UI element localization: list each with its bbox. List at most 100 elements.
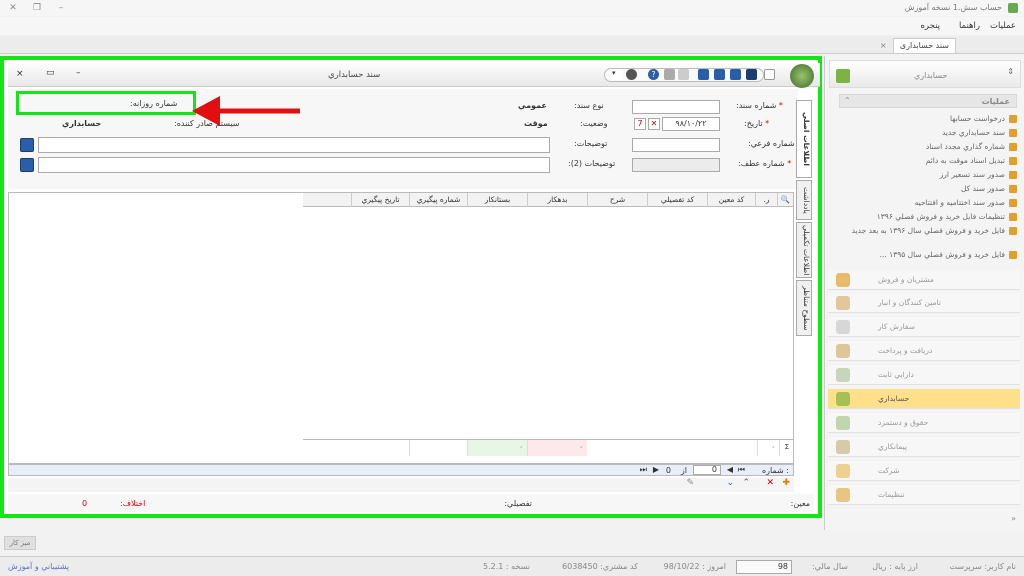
op-item[interactable]: صدور سند كل [961,184,1017,193]
op-item[interactable]: شماره گذاري مجدد اسناد [926,142,1017,151]
support-link[interactable]: پشتيباني و آموزش [8,562,69,571]
col-moein[interactable]: كد معين [707,193,755,207]
op-item[interactable]: تبديل اسناد موقت به دائم [926,156,1017,165]
module-accounting[interactable]: حسابداري [828,389,1020,409]
module-fixed-assets[interactable]: دارايي ثابت [828,365,1020,385]
document-header-form: * شماره سند: نوع سند: عمومي شماره روزانه… [8,89,798,189]
grid-summary-row: Σ ۰ ۰ ۰ [303,439,793,456]
operations-title: عمليات [981,97,1010,106]
annotation-arrow-icon [192,96,300,126]
ref-number-input[interactable] [632,158,720,172]
first-page-icon[interactable]: ⏮ [738,465,745,475]
menu-window[interactable]: پنجره [920,21,940,31]
print-icon[interactable] [678,69,689,80]
tab-accounting-document[interactable]: سند حسابداری × [880,38,956,53]
prev-page-icon[interactable]: ◀ [727,465,733,474]
fiscal-year-select[interactable]: 98 [736,560,792,574]
module-settings[interactable]: تنظيمات [828,485,1020,505]
tab-main-info[interactable]: اطلاعات اصلي [796,100,812,178]
col-tracking-number[interactable]: شماره پيگيري [409,193,467,207]
clear-date-icon[interactable]: ✕ [648,118,660,130]
settings-icon[interactable] [664,69,675,80]
op-item[interactable]: صدور سند اختتاميه و افتتاحيه [915,198,1017,207]
edit-row-icon[interactable]: ✎ [686,478,694,488]
description2-input[interactable] [38,157,550,173]
module-work-orders[interactable]: سفارش كار [828,317,1020,337]
operations-list: درخواست حسابها سند حسابداري جديد شماره گ… [839,110,1017,260]
doc-type-label: نوع سند: [574,101,604,110]
col-credit[interactable]: بستانكار [467,193,527,207]
next-page-icon[interactable]: ▶ [653,465,659,474]
op-item[interactable]: صدور سند تسعير ارز [940,170,1017,179]
help-icon[interactable]: ? [648,69,659,80]
tab-close-icon[interactable]: × [880,39,887,53]
menu-operations[interactable]: عملیات [990,21,1016,31]
power-icon[interactable] [626,69,637,80]
move-up-icon[interactable]: ⌃ [742,478,750,488]
grid-action-bar: ✚ ✕ ⌃ ⌄ ✎ [8,478,794,492]
description-input[interactable] [38,137,550,153]
op-item[interactable]: فايل خريد و فروش فصلي سال ۱۳۹۵ ... [880,250,1017,259]
page-input[interactable]: 0 [693,465,721,475]
last-page-icon[interactable]: ⏭ [640,465,647,475]
module-company[interactable]: شركت [828,461,1020,481]
save-as-icon[interactable] [746,69,757,80]
save-description2-icon[interactable] [20,158,34,172]
col-tracking-date[interactable]: تاريخ پيگيري [351,193,409,207]
module-suppliers[interactable]: تامين كنندگان و انبار [828,293,1020,313]
window-close-icon[interactable]: ✕ [6,2,20,14]
delete-row-icon[interactable]: ✕ [766,478,774,488]
document-tab-strip: سند حسابداری × [0,36,1024,54]
close-icon[interactable]: × [16,69,24,79]
tab-levels[interactable]: سطوح متناظر [796,280,812,336]
tafsili-label: تفصيلي: [504,499,532,508]
op-item[interactable]: تنظيمات فايل خريد و فروش فصلي ۱۳۹۶ [877,212,1017,221]
window-minimize-icon[interactable]: – [54,2,68,14]
save-new-icon[interactable] [698,69,709,80]
save-description-icon[interactable] [20,138,34,152]
module-payroll[interactable]: حقوق و دستمزد [828,413,1020,433]
restore-icon[interactable]: ▭ [46,68,55,78]
doc-number-input[interactable] [632,100,720,114]
save-icon[interactable] [730,69,741,80]
tab-additional-info[interactable]: اطلاعات تكميلي [796,222,812,278]
window-title: سند حسابداري [328,70,381,80]
dropdown-icon[interactable]: ▾ [612,69,623,80]
app-title: حساب سش.1 نسخه آموزش [904,3,1002,12]
col-tafsili[interactable]: كد تفصيلي [647,193,707,207]
date-picker-icon[interactable]: 7 [634,118,646,130]
pin-icon[interactable]: ⇕ [1007,67,1014,76]
menu-help[interactable]: راهنما [959,21,980,31]
move-down-icon[interactable]: ⌄ [726,478,734,488]
save-close-icon[interactable] [714,69,725,80]
status-customer-code: كد مشتري: 6038450 [562,562,638,571]
search-icon[interactable]: 🔍 [777,193,793,207]
description2-label: توضيحات (2): [568,159,616,168]
new-document-icon[interactable] [764,69,775,80]
op-item[interactable]: فايل خريد و فروش فصلي سال ۱۳۹۶ به بعد جد… [845,226,1017,235]
op-item[interactable]: درخواست حسابها [950,114,1017,123]
desktop-tab[interactable]: ميز كار [4,536,36,550]
expand-icon[interactable]: » [1011,514,1016,523]
tab-notes[interactable]: يادداشت [796,180,812,220]
doc-number-label: * شماره سند: [736,101,783,110]
module-receipts[interactable]: دريافت و پرداخت [828,341,1020,361]
operations-header: عمليات ⌃ [839,94,1017,108]
window-restore-icon[interactable]: ❐ [30,2,44,14]
collapse-icon[interactable]: ⌃ [844,96,851,105]
op-item[interactable]: سند حسابداري جديد [942,128,1017,137]
add-row-icon[interactable]: ✚ [782,478,790,488]
module-sales[interactable]: مشتريان و فروش [828,270,1020,290]
col-row[interactable]: ر. [755,193,777,207]
module-contracting[interactable]: پيمانكاري [828,437,1020,457]
col-debit[interactable]: بدهكار [527,193,587,207]
grid-header: 🔍 ر. كد معين كد تفصيلي شرح بدهكار بستانك… [303,193,793,207]
date-input[interactable]: ۹۸/۱۰/۲۲ [662,117,720,131]
issuer-value: حسابداري [62,119,102,128]
diff-label: اختلاف: [120,499,146,508]
minimize-icon[interactable]: – [76,68,81,78]
status-label: وضعيت: [580,119,608,128]
panel-header-title: حسابداري [914,71,948,80]
col-description[interactable]: شرح [587,193,647,207]
sub-number-input[interactable] [632,138,720,152]
